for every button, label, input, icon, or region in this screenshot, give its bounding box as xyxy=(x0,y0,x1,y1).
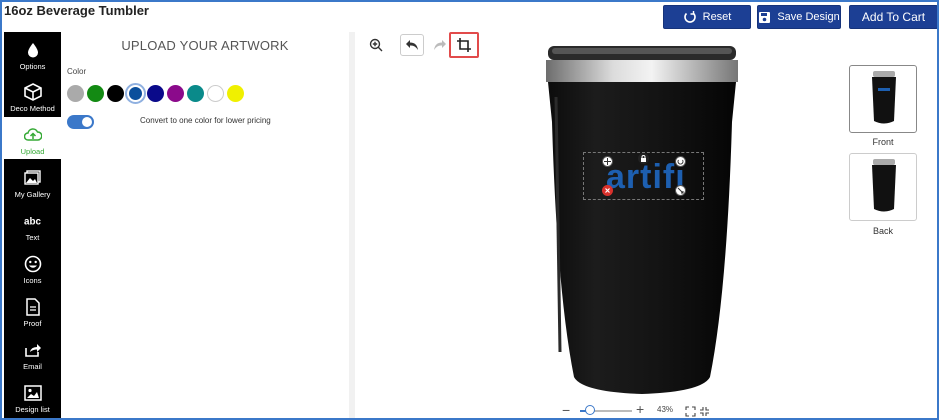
zoom-in-tool[interactable] xyxy=(364,34,388,56)
share-icon xyxy=(24,341,42,359)
crop-icon xyxy=(457,38,471,52)
save-design-button[interactable]: Save Design xyxy=(757,5,841,29)
artwork-text[interactable]: artifi xyxy=(606,160,686,194)
color-swatch[interactable] xyxy=(167,85,184,102)
color-swatch[interactable] xyxy=(207,85,224,102)
undo-icon xyxy=(406,40,418,50)
svg-text:abc: abc xyxy=(24,217,42,227)
image-list-icon xyxy=(23,384,42,402)
color-swatch[interactable] xyxy=(87,85,104,102)
fit-screen-icon[interactable] xyxy=(685,404,696,418)
sidebar: Options Deco Method Upload My Gallery ab… xyxy=(4,32,61,418)
zoom-in-icon xyxy=(369,38,383,52)
color-label: Color xyxy=(67,67,87,76)
product-canvas[interactable] xyxy=(542,42,742,402)
move-handle-icon[interactable] xyxy=(602,156,613,167)
text-abc-icon: abc xyxy=(24,212,42,230)
reset-label: Reset xyxy=(702,11,732,23)
sidebar-item-label: Design list xyxy=(15,405,50,414)
delete-handle-icon[interactable] xyxy=(602,185,613,196)
sidebar-item-proof[interactable]: Proof xyxy=(4,289,61,331)
sidebar-item-upload[interactable]: Upload xyxy=(4,117,61,159)
color-swatch[interactable] xyxy=(227,85,244,102)
rotate-handle-icon[interactable] xyxy=(675,156,686,167)
sidebar-item-label: Upload xyxy=(20,147,45,156)
drop-icon xyxy=(24,41,42,59)
box-icon xyxy=(23,83,42,101)
document-icon xyxy=(24,298,42,316)
color-swatch[interactable] xyxy=(67,85,84,102)
toggle-knob xyxy=(82,117,92,127)
smiley-icon xyxy=(24,255,42,273)
zoom-slider-handle[interactable] xyxy=(585,405,595,415)
page-title: 16oz Beverage Tumbler xyxy=(4,3,149,18)
save-label: Save Design xyxy=(777,11,840,23)
tumbler-back-thumbnail-image xyxy=(872,159,896,212)
sidebar-item-icons[interactable]: Icons xyxy=(4,246,61,288)
app-frame: 16oz Beverage Tumbler Reset Save Design … xyxy=(0,0,939,420)
tumbler-front-thumbnail-image xyxy=(872,71,896,124)
panel-title: UPLOAD YOUR ARTWORK xyxy=(121,38,289,53)
front-view-label: Front xyxy=(872,137,894,147)
sidebar-item-label: My Gallery xyxy=(14,190,51,199)
reset-icon xyxy=(683,11,696,23)
lock-handle-icon[interactable] xyxy=(638,153,649,164)
undo-button[interactable] xyxy=(400,34,424,56)
sidebar-item-label: Proof xyxy=(23,319,42,328)
one-color-toggle[interactable] xyxy=(67,115,94,129)
cart-label: Add To Cart xyxy=(861,10,926,24)
sidebar-item-label: Icons xyxy=(23,276,42,285)
redo-icon xyxy=(434,40,446,50)
reset-button[interactable]: Reset xyxy=(663,5,751,29)
color-swatch[interactable] xyxy=(107,85,124,102)
sidebar-item-email[interactable]: Email xyxy=(4,332,61,374)
zoom-in-button[interactable]: + xyxy=(636,402,644,416)
sidebar-item-my-gallery[interactable]: My Gallery xyxy=(4,160,61,202)
one-color-toggle-label: Convert to one color for lower pricing xyxy=(140,116,271,125)
cloud-upload-icon xyxy=(23,126,42,144)
back-view-thumbnail[interactable] xyxy=(849,153,917,221)
color-swatch[interactable] xyxy=(125,83,146,104)
sidebar-item-label: Deco Method xyxy=(10,104,55,113)
upload-panel: UPLOAD YOUR ARTWORK Color Convert to one… xyxy=(61,32,349,418)
add-to-cart-button[interactable]: Add To Cart xyxy=(849,5,937,29)
sidebar-item-options[interactable]: Options xyxy=(4,32,61,74)
back-view-label: Back xyxy=(872,226,893,236)
gallery-icon xyxy=(23,169,42,187)
sidebar-item-label: Text xyxy=(25,233,40,242)
color-swatches xyxy=(67,83,244,104)
tumbler-image xyxy=(546,46,738,394)
sidebar-item-label: Options xyxy=(19,62,46,71)
panel-divider xyxy=(349,32,355,418)
sidebar-item-deco-method[interactable]: Deco Method xyxy=(4,74,61,116)
save-icon xyxy=(759,11,771,23)
zoom-value: 43% xyxy=(657,405,674,414)
crop-tool[interactable] xyxy=(449,32,479,58)
resize-handle-icon[interactable] xyxy=(675,185,686,196)
color-swatch[interactable] xyxy=(147,85,164,102)
collapse-screen-icon[interactable] xyxy=(699,404,710,418)
color-swatch[interactable] xyxy=(187,85,204,102)
front-view-thumbnail[interactable] xyxy=(849,65,917,133)
sidebar-item-text[interactable]: abc Text xyxy=(4,203,61,245)
zoom-out-button[interactable]: − xyxy=(562,403,570,417)
sidebar-item-design-list[interactable]: Design list xyxy=(4,375,61,417)
sidebar-item-label: Email xyxy=(23,362,42,371)
